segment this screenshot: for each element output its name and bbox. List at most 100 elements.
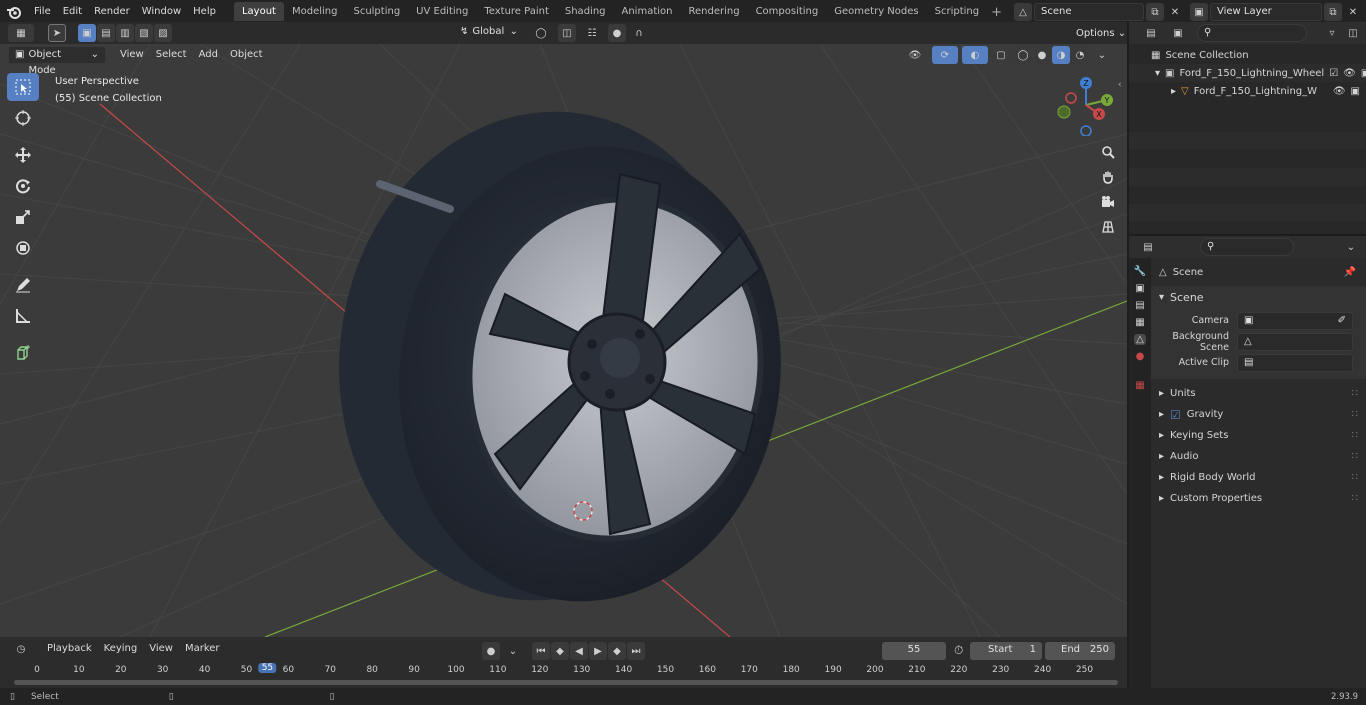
viewport-menu-add[interactable]: Add — [193, 46, 224, 64]
drag-handle-icon[interactable]: ∷ — [1352, 409, 1358, 420]
drag-handle-icon[interactable]: ∷ — [1352, 388, 1358, 399]
selection-mode-extend-icon[interactable]: ▤ — [97, 24, 115, 42]
zoom-icon[interactable] — [1097, 141, 1119, 163]
timeline-menu-playback[interactable]: Playback — [41, 640, 98, 658]
subpanel-custom-properties[interactable]: ▸ Custom Properties ∷ — [1151, 488, 1366, 509]
active-clip-field[interactable]: ▤ — [1237, 353, 1353, 372]
play-reverse-icon[interactable]: ◀ — [570, 642, 588, 660]
filter-icon[interactable]: ▿ — [1323, 24, 1341, 42]
menu-window[interactable]: Window — [136, 0, 187, 24]
tab-geometry-nodes[interactable]: Geometry Nodes — [826, 2, 926, 21]
editor-type-icon[interactable]: ▦ — [8, 24, 34, 42]
scene-field[interactable]: Scene — [1034, 3, 1144, 21]
new-collection-icon[interactable]: ◫ — [1344, 24, 1362, 42]
drag-handle-icon[interactable]: ∷ — [1352, 451, 1358, 462]
menu-render[interactable]: Render — [88, 0, 136, 24]
pan-hand-icon[interactable] — [1097, 166, 1119, 188]
drag-handle-icon[interactable]: ∷ — [1352, 472, 1358, 483]
play-icon[interactable]: ▶ — [589, 642, 607, 660]
subpanel-gravity[interactable]: ▸ ☑ Gravity ∷ — [1151, 404, 1366, 425]
proportional-falloff-icon[interactable]: ∩ — [630, 24, 648, 42]
properties-options-icon[interactable]: ⌄ — [1342, 238, 1360, 256]
tab-compositing[interactable]: Compositing — [748, 2, 827, 21]
render-tab-icon[interactable]: ▣ — [1135, 283, 1144, 294]
timeline-scrollbar[interactable] — [14, 680, 1118, 685]
timeline-editor-type-icon[interactable]: ◷ — [8, 640, 34, 658]
tab-rendering[interactable]: Rendering — [680, 2, 747, 21]
view-layer-icon[interactable]: ▣ — [1190, 3, 1208, 21]
area-divider[interactable] — [1127, 22, 1129, 688]
jump-start-icon[interactable]: ⏮ — [532, 642, 550, 660]
proportional-edit-icon[interactable]: ● — [608, 24, 626, 42]
new-scene-icon[interactable]: ⧉ — [1146, 3, 1164, 21]
xray-toggle-icon[interactable]: ▢ — [992, 46, 1010, 64]
checkbox-icon[interactable]: ☑ — [1329, 68, 1338, 79]
selection-mode-new-icon[interactable]: ▣ — [78, 24, 96, 42]
wireframe-shading-icon[interactable]: ◯ — [1014, 46, 1032, 64]
selection-mode-invert-icon[interactable]: ▧ — [135, 24, 153, 42]
rendered-shading-icon[interactable]: ◔ — [1071, 46, 1089, 64]
transform-orientation-dropdown[interactable]: ↯ Global ⌄ — [454, 24, 524, 42]
add-cube-tool[interactable] — [7, 339, 39, 367]
solid-shading-icon[interactable]: ● — [1033, 46, 1051, 64]
current-frame-field[interactable]: 55 — [882, 642, 946, 660]
drag-handle-icon[interactable]: ∷ — [1352, 430, 1358, 441]
menu-help[interactable]: Help — [187, 0, 222, 24]
viewport-menu-select[interactable]: Select — [150, 46, 193, 64]
wheel-model[interactable] — [308, 85, 810, 627]
snap-toggle-icon[interactable]: ◫ — [558, 24, 576, 42]
drag-handle-icon[interactable]: ∷ — [1352, 493, 1358, 504]
gravity-checkbox-icon[interactable]: ☑ — [1170, 408, 1181, 422]
record-icon[interactable]: ● — [482, 642, 500, 660]
timeline-menu-view[interactable]: View — [143, 640, 179, 658]
camera-field[interactable]: ▣ ✐ — [1237, 311, 1353, 330]
timeline-menu-keying[interactable]: Keying — [98, 640, 144, 658]
view-layer-tab-icon[interactable]: ▦ — [1135, 317, 1144, 328]
pivot-point-icon[interactable]: ◯ — [528, 24, 554, 42]
expand-arrow-icon[interactable]: ▾ — [1155, 68, 1160, 79]
tab-uv-editing[interactable]: UV Editing — [408, 2, 476, 21]
outliner-row[interactable]: ▾ ▣ Ford_F_150_Lightning_Wheel ☑ 👁 ▣ — [1129, 64, 1366, 82]
grid-view-icon[interactable] — [1097, 216, 1119, 238]
eye-icon[interactable]: 👁 — [1343, 68, 1356, 79]
tab-animation[interactable]: Animation — [614, 2, 681, 21]
outliner-editor-type-icon[interactable]: ▤ — [1139, 24, 1163, 42]
eyedropper-icon[interactable]: ✐ — [1338, 313, 1346, 329]
transform-tool[interactable] — [7, 234, 39, 262]
end-frame-field[interactable]: End 250 — [1045, 642, 1115, 660]
measure-tool[interactable] — [7, 302, 39, 330]
view-layer-field[interactable]: View Layer — [1210, 3, 1322, 21]
properties-search-input[interactable]: ⚲ — [1200, 238, 1294, 256]
outliner-row[interactable]: ▸ ▽ Ford_F_150_Lightning_W 👁 ▣ — [1129, 82, 1366, 100]
next-keyframe-icon[interactable]: ◆ — [608, 642, 626, 660]
eye-icon[interactable]: 👁 — [1333, 86, 1346, 97]
viewport-menu-object[interactable]: Object — [224, 46, 269, 64]
cursor-tool[interactable] — [7, 104, 39, 132]
shading-options-icon[interactable]: ⌄ — [1093, 46, 1111, 64]
jump-end-icon[interactable]: ⏭ — [627, 642, 645, 660]
world-tab-icon[interactable]: ● — [1136, 351, 1145, 362]
current-frame-marker[interactable]: 55 — [258, 663, 277, 673]
subpanel-units[interactable]: ▸ Units ∷ — [1151, 383, 1366, 404]
camera-icon[interactable]: ▣ — [1361, 68, 1366, 79]
output-tab-icon[interactable]: ▤ — [1135, 300, 1144, 311]
tab-texture-paint[interactable]: Texture Paint — [476, 2, 557, 21]
rotate-tool[interactable] — [7, 172, 39, 200]
sidebar-toggle-icon[interactable]: ‹ — [1118, 80, 1122, 90]
3d-viewport[interactable] — [0, 44, 1127, 637]
pin-icon[interactable]: 📌 — [1344, 267, 1356, 278]
subpanel-rigid-body-world[interactable]: ▸ Rigid Body World ∷ — [1151, 467, 1366, 488]
tab-sculpting[interactable]: Sculpting — [345, 2, 408, 21]
mode-dropdown[interactable]: ▣ Object Mode ⌄ — [8, 46, 106, 76]
gizmo-toggle-icon[interactable]: ⟳ — [932, 46, 958, 64]
overlay-toggle-icon[interactable]: ◐ — [962, 46, 988, 64]
background-scene-field[interactable]: △ — [1237, 332, 1353, 351]
options-button[interactable]: Options ⌄ — [1070, 25, 1133, 43]
outliner-search-input[interactable]: ⚲ — [1197, 24, 1307, 42]
tab-layout[interactable]: Layout — [233, 2, 284, 21]
add-workspace-icon[interactable]: + — [991, 5, 1002, 20]
stopwatch-icon[interactable]: ⏱ — [954, 643, 963, 658]
start-frame-field[interactable]: Start 1 — [970, 642, 1042, 660]
annotate-tool[interactable] — [7, 271, 39, 299]
tab-modeling[interactable]: Modeling — [284, 2, 346, 21]
